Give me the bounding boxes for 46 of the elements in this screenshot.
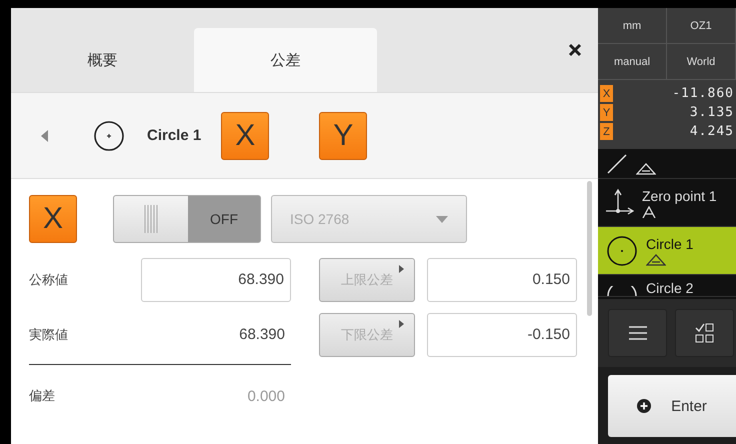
axis-badge: Z: [600, 123, 613, 140]
grip-icon: [144, 205, 158, 233]
enter-button[interactable]: Enter: [608, 375, 736, 437]
back-arrow-icon[interactable]: [41, 130, 48, 142]
triangle-icon: [646, 254, 666, 266]
checklist-icon: [694, 323, 714, 343]
select-button[interactable]: [675, 309, 734, 357]
axis-badge: X: [600, 85, 613, 102]
line-icon: [606, 153, 628, 175]
value-label: 公称値: [29, 270, 68, 288]
position-value: 3.135: [690, 105, 734, 120]
tab[interactable]: 公差: [194, 28, 377, 92]
value-label: 偏差: [29, 387, 55, 405]
circle-icon: [606, 234, 638, 266]
feature-item[interactable]: Circle 2: [598, 275, 736, 297]
tab[interactable]: 概要: [11, 28, 194, 92]
arc-icon: [606, 286, 638, 296]
zero-label[interactable]: OZ1: [667, 8, 736, 44]
plus-circle-icon: [637, 399, 652, 413]
position-value: -11.860: [672, 86, 734, 101]
actual-value: 68.390: [239, 326, 285, 343]
scrollbar[interactable]: [587, 181, 592, 316]
unit-label[interactable]: mm: [598, 8, 667, 44]
axis-button[interactable]: X: [221, 112, 270, 160]
nominal-value-field[interactable]: 68.390: [141, 258, 291, 302]
position-value: 4.245: [690, 124, 734, 139]
feature-name: Zero point 1: [642, 188, 717, 204]
feature-name: Circle 1: [147, 127, 202, 144]
feature-item[interactable]: Circle 1: [598, 227, 736, 275]
triangle-right-icon: [399, 264, 404, 272]
circle-icon: [93, 120, 125, 152]
triangle-right-icon: [399, 320, 404, 328]
triangle-icon: [636, 163, 656, 175]
deviation-value: 0.000: [247, 388, 285, 404]
feature-name: Circle 1: [646, 236, 694, 252]
axis-button[interactable]: X: [29, 195, 77, 243]
letter-a-icon: [642, 206, 656, 218]
menu-icon: [628, 326, 646, 340]
axis-button[interactable]: Y: [319, 112, 368, 160]
axis-badge: Y: [600, 104, 613, 121]
value-label: 実際値: [29, 326, 68, 344]
menu-button[interactable]: [608, 309, 667, 357]
dropdown-caret-icon: [436, 216, 448, 222]
close-icon[interactable]: [568, 43, 582, 57]
feature-name: Circle 2: [646, 280, 694, 296]
toggle-switch[interactable]: OFF: [113, 195, 261, 243]
